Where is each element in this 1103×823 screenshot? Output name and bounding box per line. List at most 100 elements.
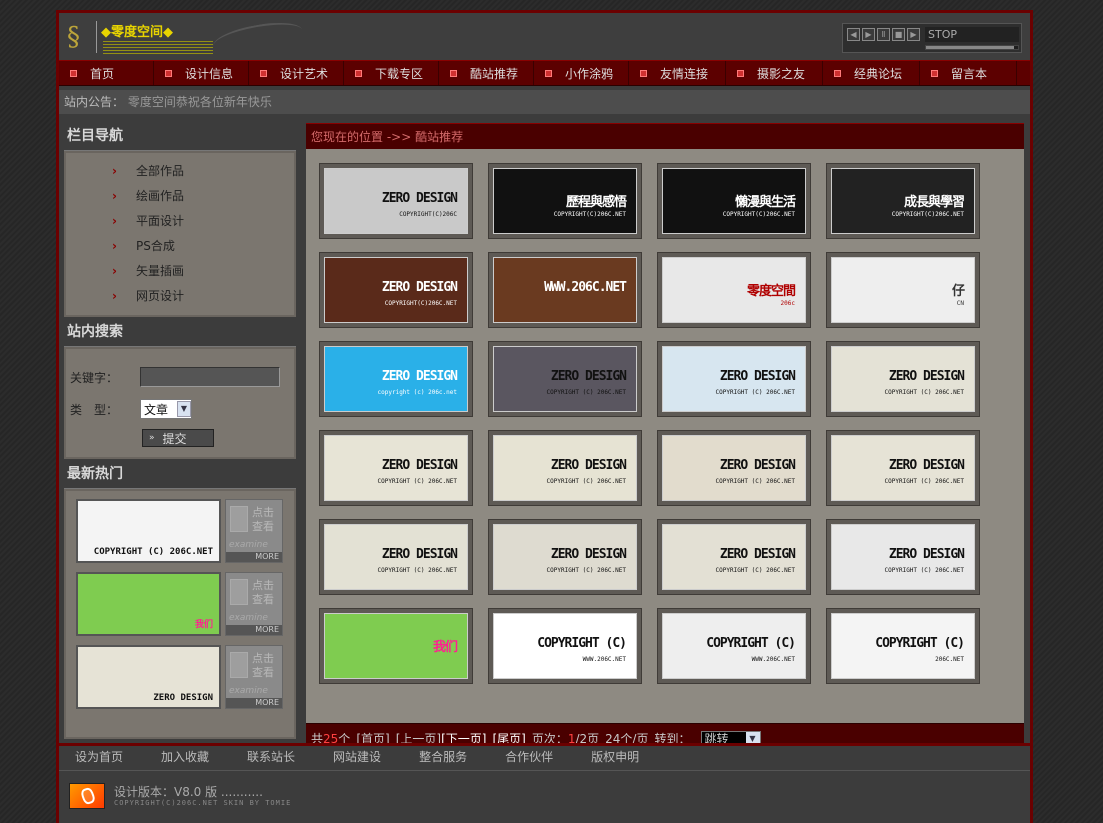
- work-card[interactable]: ZERO DESIGN COPYRIGHT (C) 206C.NET: [657, 341, 811, 417]
- nav-item[interactable]: 经典论坛: [823, 61, 920, 85]
- work-card[interactable]: 仔 CN: [826, 252, 980, 328]
- category-item[interactable]: 平面设计: [66, 209, 294, 234]
- category-item[interactable]: 全部作品: [66, 159, 294, 184]
- sidebar: 栏目导航 全部作品绘画作品平面设计 PS合成矢量插画网页设计 站内搜索 关键字： …: [64, 121, 296, 739]
- nav-item[interactable]: 留言本: [920, 61, 1017, 85]
- category-item[interactable]: PS合成: [66, 234, 294, 259]
- keyword-input[interactable]: [140, 367, 280, 387]
- footer-link[interactable]: 设为首页: [75, 746, 123, 769]
- work-card[interactable]: ZERO DESIGN COPYRIGHT (C) 206C.NET: [488, 341, 642, 417]
- nav-label: 下载专区: [375, 66, 424, 81]
- footer-link[interactable]: 加入收藏: [161, 746, 209, 769]
- work-card[interactable]: ZERO DESIGN COPYRIGHT (C) 206C.NET: [826, 341, 980, 417]
- more-button[interactable]: 点击查看 examine MORE: [225, 645, 283, 709]
- type-label: 类 型：: [70, 402, 119, 417]
- work-thumbnail: ZERO DESIGN COPYRIGHT (C) 206C.NET: [493, 346, 637, 412]
- category-list: 全部作品绘画作品平面设计 PS合成矢量插画网页设计: [64, 151, 296, 317]
- work-card[interactable]: WWW.206C.NET: [488, 252, 642, 328]
- hot-thumbnail[interactable]: 我们: [76, 572, 221, 636]
- nav-item[interactable]: 设计信息: [154, 61, 249, 85]
- category-item[interactable]: 网页设计: [66, 284, 294, 309]
- hot-thumbnail[interactable]: ZERO DESIGN: [76, 645, 221, 709]
- work-card[interactable]: ZERO DESIGN COPYRIGHT (C) 206C.NET: [657, 430, 811, 506]
- work-card[interactable]: 我们: [319, 608, 473, 684]
- hot-item: 我们 点击查看 examine MORE: [76, 572, 294, 636]
- work-card[interactable]: 歷程與感悟 COPYRIGHT(C)206C.NET: [488, 163, 642, 239]
- nav-item[interactable]: 摄影之友: [726, 61, 823, 85]
- work-title: ZERO DESIGN: [888, 369, 965, 384]
- footer-link[interactable]: 网站建设: [333, 746, 381, 769]
- work-subtitle: COPYRIGHT (C) 206C.NET: [546, 389, 626, 396]
- category-item[interactable]: 矢量插画: [66, 259, 294, 284]
- work-card[interactable]: ZERO DESIGN COPYRIGHT(C)206C.NET: [319, 252, 473, 328]
- site-badge-icon: [69, 783, 105, 809]
- work-grid: ZERO DESIGN COPYRIGHT(C)206C 歷程與感悟 COPYRIGH…: [306, 149, 1024, 723]
- work-card[interactable]: 懶漫與生活 COPYRIGHT(C)206C.NET: [657, 163, 811, 239]
- work-title: 歷程與感悟: [565, 195, 627, 210]
- more-button[interactable]: 点击查看 examine MORE: [225, 499, 283, 563]
- footer-link[interactable]: 联系站长: [247, 746, 295, 769]
- work-card[interactable]: ZERO DESIGN copyright (c) 206c.net: [319, 341, 473, 417]
- nav-label: 留言本: [951, 66, 988, 81]
- work-subtitle: COPYRIGHT (C) 206C.NET: [884, 567, 964, 574]
- nav-label: 设计信息: [185, 66, 234, 81]
- document-icon: [230, 506, 248, 532]
- next-icon[interactable]: ▶: [907, 28, 920, 41]
- bullet-icon: [835, 70, 840, 76]
- work-card[interactable]: ZERO DESIGN COPYRIGHT (C) 206C.NET: [319, 519, 473, 595]
- nav-item[interactable]: 小作涂鸦: [534, 61, 629, 85]
- work-subtitle: COPYRIGHT (C) 206C.NET: [546, 567, 626, 574]
- nav-label: 摄影之友: [757, 66, 806, 81]
- hot-thumbnail[interactable]: COPYRIGHT (C) 206C.NET: [76, 499, 221, 563]
- nav-item[interactable]: 酷站推荐: [439, 61, 534, 85]
- work-thumbnail: ZERO DESIGN COPYRIGHT (C) 206C.NET: [831, 524, 975, 590]
- work-card[interactable]: ZERO DESIGN COPYRIGHT (C) 206C.NET: [488, 519, 642, 595]
- work-title: COPYRIGHT (C): [706, 636, 796, 651]
- bullet-icon: [261, 70, 266, 76]
- nav-item[interactable]: 下载专区: [344, 61, 439, 85]
- footer-link[interactable]: 合作伙伴: [505, 746, 553, 769]
- work-card[interactable]: ZERO DESIGN COPYRIGHT(C)206C: [319, 163, 473, 239]
- work-card[interactable]: ZERO DESIGN COPYRIGHT (C) 206C.NET: [488, 430, 642, 506]
- work-card[interactable]: 零度空間 206c: [657, 252, 811, 328]
- nav-item[interactable]: 首页: [59, 61, 154, 85]
- work-card[interactable]: 成長與學習 COPYRIGHT(C)206C.NET: [826, 163, 980, 239]
- more-button[interactable]: 点击查看 examine MORE: [225, 572, 283, 636]
- prev-icon[interactable]: ◀: [847, 28, 860, 41]
- logo-divider: [96, 21, 97, 53]
- category-item[interactable]: 绘画作品: [66, 184, 294, 209]
- work-thumbnail: 仔 CN: [831, 257, 975, 323]
- work-card[interactable]: ZERO DESIGN COPYRIGHT (C) 206C.NET: [826, 430, 980, 506]
- work-card[interactable]: ZERO DESIGN COPYRIGHT (C) 206C.NET: [319, 430, 473, 506]
- footer-link[interactable]: 整合服务: [419, 746, 467, 769]
- work-card[interactable]: COPYRIGHT (C) WWW.206C.NET: [488, 608, 642, 684]
- work-thumbnail: ZERO DESIGN COPYRIGHT (C) 206C.NET: [493, 524, 637, 590]
- hot-caption: COPYRIGHT (C) 206C.NET: [93, 547, 213, 557]
- play-icon[interactable]: ▶: [862, 28, 875, 41]
- work-thumbnail: COPYRIGHT (C) 206C.NET: [831, 613, 975, 679]
- work-card[interactable]: COPYRIGHT (C) WWW.206C.NET: [657, 608, 811, 684]
- stop-icon[interactable]: ■: [892, 28, 905, 41]
- work-card[interactable]: ZERO DESIGN COPYRIGHT (C) 206C.NET: [826, 519, 980, 595]
- work-title: ZERO DESIGN: [381, 458, 458, 473]
- work-title: ZERO DESIGN: [550, 369, 627, 384]
- work-thumbnail: 成長與學習 COPYRIGHT(C)206C.NET: [831, 168, 975, 234]
- work-subtitle: COPYRIGHT (C) 206C.NET: [546, 478, 626, 485]
- type-select[interactable]: 文章 ▼: [140, 399, 192, 419]
- pause-icon[interactable]: Ⅱ: [877, 28, 890, 41]
- submit-button[interactable]: » 提交: [142, 429, 214, 447]
- site-logo[interactable]: § ◆零度空间◆: [63, 17, 305, 59]
- work-thumbnail: ZERO DESIGN copyright (c) 206c.net: [324, 346, 468, 412]
- work-thumbnail: ZERO DESIGN COPYRIGHT (C) 206C.NET: [662, 524, 806, 590]
- work-card[interactable]: COPYRIGHT (C) 206C.NET: [826, 608, 980, 684]
- work-title: ZERO DESIGN: [719, 369, 796, 384]
- footer-link[interactable]: 版权申明: [591, 746, 639, 769]
- volume-slider[interactable]: [925, 45, 1019, 50]
- category-label: 网页设计: [136, 289, 185, 303]
- nav-label: 经典论坛: [854, 66, 903, 81]
- nav-item[interactable]: 设计艺术: [249, 61, 344, 85]
- work-card[interactable]: ZERO DESIGN COPYRIGHT (C) 206C.NET: [657, 519, 811, 595]
- nav-item[interactable]: 友情连接: [629, 61, 726, 85]
- header: § ◆零度空间◆ ◀ ▶ Ⅱ ■ ▶ STOP: [59, 13, 1030, 60]
- more-label: MORE: [226, 625, 282, 635]
